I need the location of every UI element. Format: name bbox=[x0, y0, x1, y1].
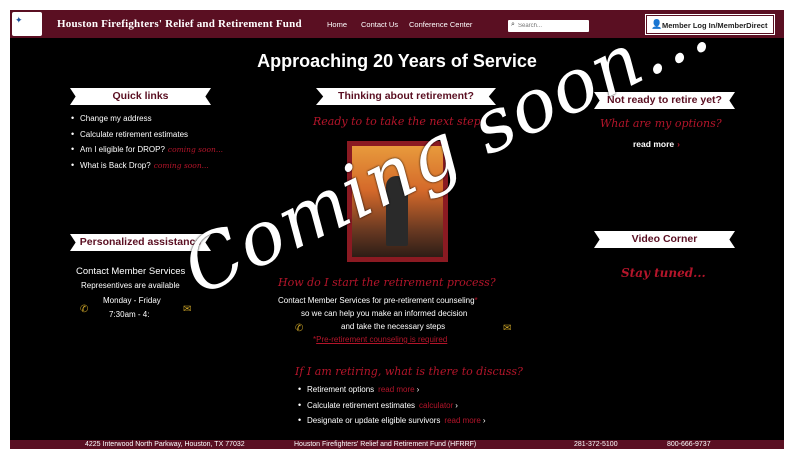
nav-contact-us[interactable]: Contact Us bbox=[361, 20, 398, 29]
video-corner-banner: Video Corner bbox=[594, 231, 735, 248]
quick-link-drop-eligibility[interactable]: Am I eligible for DROP?coming soon... bbox=[71, 144, 224, 161]
firefighter-figure bbox=[386, 176, 408, 246]
chevron-right-icon: › bbox=[677, 139, 680, 149]
search-box[interactable]: ⌕ bbox=[508, 20, 589, 32]
read-more-link[interactable]: read more bbox=[378, 385, 414, 394]
discuss-heading: If I am retiring, what is there to discu… bbox=[295, 365, 523, 378]
quick-links-banner: Quick links bbox=[70, 88, 211, 105]
photo-image bbox=[352, 146, 443, 257]
counseling-line-3: and take the necessary steps bbox=[341, 322, 446, 331]
hfrrf-logo[interactable]: ✦ bbox=[12, 12, 42, 36]
counseling-required[interactable]: *Pre-retirement counseling is required bbox=[313, 335, 447, 344]
coming-soon-note: coming soon... bbox=[153, 160, 209, 170]
discuss-item-label: Retirement options bbox=[307, 385, 375, 394]
discuss-item-label: Calculate retirement estimates bbox=[307, 400, 416, 410]
footer-bar: 4225 Interwood North Parkway, Houston, T… bbox=[10, 440, 784, 449]
counseling-required-link: Pre-retirement counseling is required bbox=[316, 335, 448, 344]
discuss-item-survivors: Designate or update eligible survivorsre… bbox=[298, 415, 486, 432]
brand-title[interactable]: Houston Firefighters' Relief and Retirem… bbox=[57, 18, 302, 30]
footer-phone-1[interactable]: 281-372-5100 bbox=[574, 441, 618, 448]
page-headline: Approaching 20 Years of Service bbox=[257, 51, 537, 71]
read-more-link[interactable]: read more bbox=[444, 416, 480, 425]
nav-home[interactable]: Home bbox=[327, 20, 347, 29]
discuss-item-label: Designate or update eligible survivors bbox=[307, 416, 441, 425]
thinking-about-retirement-banner: Thinking about retirement? bbox=[316, 88, 496, 105]
asterisk: * bbox=[474, 296, 478, 305]
chevron-right-icon: › bbox=[482, 416, 486, 425]
next-step-subtitle: Ready to to take the next step? bbox=[313, 115, 487, 128]
search-icon: ⌕ bbox=[511, 21, 515, 28]
member-login-label: Member Log In/MemberDirect bbox=[662, 21, 768, 30]
stay-tuned: Stay tuned... bbox=[621, 266, 706, 280]
page-frame: ✦ Houston Firefighters' Relief and Retir… bbox=[10, 10, 784, 449]
office-days: Monday - Friday bbox=[103, 296, 161, 305]
top-navigation-bar: ✦ Houston Firefighters' Relief and Retir… bbox=[10, 10, 784, 38]
search-input[interactable] bbox=[518, 21, 586, 31]
office-hours: 7:30am - 4: bbox=[109, 310, 150, 319]
mail-icon[interactable]: ✉ bbox=[183, 304, 191, 315]
representatives-text: Representives are available bbox=[81, 281, 180, 290]
discuss-item-calculate-estimates: Calculate retirement estimatescalculator… bbox=[298, 400, 486, 417]
chevron-right-icon: › bbox=[416, 385, 420, 394]
phone-icon[interactable]: ✆ bbox=[80, 304, 88, 315]
logo-mark: ✦ bbox=[15, 16, 23, 26]
counseling-line-1: Contact Member Services for pre-retireme… bbox=[278, 296, 478, 305]
options-subtitle: What are my options? bbox=[600, 117, 722, 130]
discuss-list: Retirement optionsread more› Calculate r… bbox=[298, 384, 486, 432]
discuss-item-retirement-options: Retirement optionsread more› bbox=[298, 384, 486, 401]
contact-member-services: Contact Member Services bbox=[76, 266, 186, 277]
not-ready-banner: Not ready to retire yet? bbox=[594, 92, 735, 109]
quick-link-calculate-estimates[interactable]: Calculate retirement estimates bbox=[71, 129, 223, 146]
personalized-assistance-banner: Personalized assistance bbox=[70, 234, 211, 251]
footer-name: Houston Firefighters' Relief and Retirem… bbox=[294, 441, 477, 448]
phone-icon[interactable]: ✆ bbox=[295, 323, 303, 334]
quick-link-label: Am I eligible for DROP? bbox=[80, 145, 165, 154]
quick-links-list: Change my address Calculate retirement e… bbox=[71, 113, 224, 177]
quick-link-back-drop[interactable]: What is Back Drop?coming soon... bbox=[71, 160, 223, 177]
quick-link-label: Change my address bbox=[80, 114, 152, 123]
quick-link-label: Calculate retirement estimates bbox=[80, 129, 189, 139]
counseling-line-2: so we can help you make an informed deci… bbox=[301, 309, 468, 318]
quick-link-label: What is Back Drop? bbox=[80, 160, 151, 170]
firefighter-photo bbox=[347, 141, 448, 262]
member-login-button[interactable]: 👤 Member Log In/MemberDirect bbox=[646, 15, 774, 34]
counseling-line-1-text: Contact Member Services for pre-retireme… bbox=[278, 296, 475, 305]
footer-phone-2[interactable]: 800-666-9737 bbox=[667, 441, 711, 448]
nav-conference-center[interactable]: Conference Center bbox=[409, 20, 472, 29]
not-ready-read-more[interactable]: read more › bbox=[633, 139, 680, 149]
read-more-label: read more bbox=[633, 139, 675, 149]
footer-address: 4225 Interwood North Parkway, Houston, T… bbox=[85, 441, 245, 448]
chevron-right-icon: › bbox=[455, 400, 458, 410]
mail-icon[interactable]: ✉ bbox=[503, 323, 511, 334]
retirement-process-question: How do I start the retirement process? bbox=[278, 276, 496, 289]
quick-link-change-address[interactable]: Change my address bbox=[71, 113, 223, 130]
coming-soon-note: coming soon... bbox=[167, 145, 224, 154]
user-icon: 👤 bbox=[651, 19, 663, 29]
calculator-link[interactable]: calculator bbox=[419, 401, 453, 410]
